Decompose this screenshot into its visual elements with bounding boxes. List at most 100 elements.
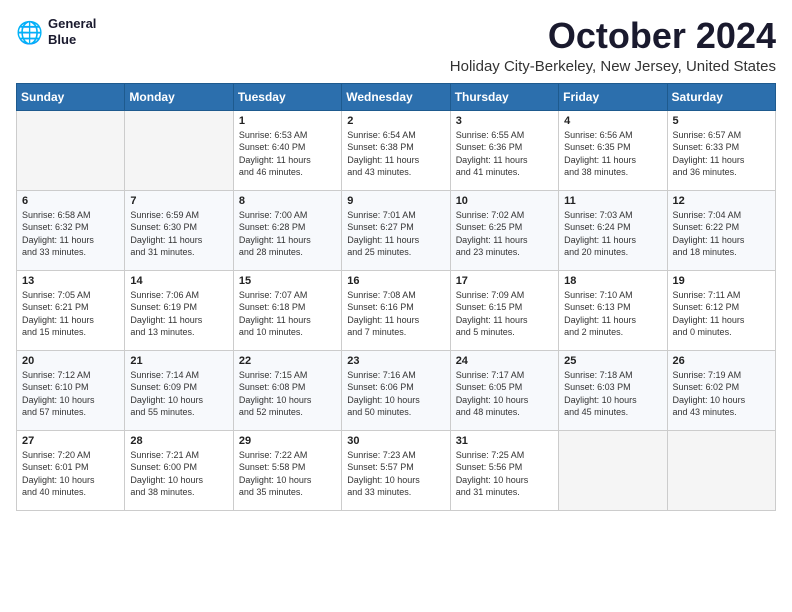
day-number: 27 [22,435,119,447]
day-number: 17 [456,275,553,287]
logo-text: General Blue [48,16,96,47]
calendar-day-cell: 26 Sunrise: 7:19 AM Sunset: 6:02 PM Dayli… [667,350,775,430]
calendar-day-cell: 21 Sunrise: 7:14 AM Sunset: 6:09 PM Dayli… [125,350,233,430]
calendar-day-cell: 16 Sunrise: 7:08 AM Sunset: 6:16 PM Dayli… [342,270,450,350]
day-number: 16 [347,275,444,287]
title-section: October 2024 Holiday City-Berkeley, New … [450,16,776,75]
day-number: 26 [673,355,770,367]
calendar-day-cell: 9Sunrise: 7:01 AM Sunset: 6:27 PM Daylig… [342,190,450,270]
day-info: Sunrise: 7:12 AM Sunset: 6:10 PM Dayligh… [22,369,119,419]
day-info: Sunrise: 7:02 AM Sunset: 6:25 PM Dayligh… [456,209,553,259]
calendar-day-cell [17,110,125,190]
calendar-day-cell: 28 Sunrise: 7:21 AM Sunset: 6:00 PM Dayli… [125,430,233,510]
day-info: Sunrise: 7:00 AM Sunset: 6:28 PM Dayligh… [239,209,336,259]
calendar-day-cell: 7 Sunrise: 6:59 AM Sunset: 6:30 PM Daylig… [125,190,233,270]
calendar-day-cell [125,110,233,190]
day-info: Sunrise: 6:59 AM Sunset: 6:30 PM Dayligh… [130,209,227,259]
calendar-day-cell: 24Sunrise: 7:17 AM Sunset: 6:05 PM Dayli… [450,350,558,430]
calendar-day-cell: 2Sunrise: 6:54 AM Sunset: 6:38 PM Daylig… [342,110,450,190]
day-number: 29 [239,435,336,447]
day-info: Sunrise: 7:15 AM Sunset: 6:08 PM Dayligh… [239,369,336,419]
day-info: Sunrise: 7:25 AM Sunset: 5:56 PM Dayligh… [456,449,553,499]
calendar-week-row: 27 Sunrise: 7:20 AM Sunset: 6:01 PM Dayli… [17,430,776,510]
logo: 🌐 General Blue [16,16,96,47]
day-info: Sunrise: 7:03 AM Sunset: 6:24 PM Dayligh… [564,209,661,259]
calendar-day-cell: 13Sunrise: 7:05 AM Sunset: 6:21 PM Dayli… [17,270,125,350]
day-number: 4 [564,115,661,127]
day-info: Sunrise: 6:57 AM Sunset: 6:33 PM Dayligh… [673,129,770,179]
calendar-day-cell: 5 Sunrise: 6:57 AM Sunset: 6:33 PM Daylig… [667,110,775,190]
day-number: 30 [347,435,444,447]
day-number: 5 [673,115,770,127]
calendar-day-cell: 1 Sunrise: 6:53 AM Sunset: 6:40 PM Daylig… [233,110,341,190]
day-number: 15 [239,275,336,287]
day-number: 19 [673,275,770,287]
day-number: 18 [564,275,661,287]
calendar-day-cell: 23 Sunrise: 7:16 AM Sunset: 6:06 PM Dayli… [342,350,450,430]
weekday-header: Sunday [17,83,125,110]
weekday-header: Saturday [667,83,775,110]
day-info: Sunrise: 7:18 AM Sunset: 6:03 PM Dayligh… [564,369,661,419]
day-info: Sunrise: 7:07 AM Sunset: 6:18 PM Dayligh… [239,289,336,339]
day-number: 23 [347,355,444,367]
calendar-week-row: 13Sunrise: 7:05 AM Sunset: 6:21 PM Dayli… [17,270,776,350]
day-number: 7 [130,195,227,207]
day-info: Sunrise: 7:23 AM Sunset: 5:57 PM Dayligh… [347,449,444,499]
location-title: Holiday City-Berkeley, New Jersey, Unite… [450,58,776,75]
calendar-day-cell: 12Sunrise: 7:04 AM Sunset: 6:22 PM Dayli… [667,190,775,270]
calendar-day-cell: 11 Sunrise: 7:03 AM Sunset: 6:24 PM Dayli… [559,190,667,270]
weekday-header: Wednesday [342,83,450,110]
day-info: Sunrise: 6:53 AM Sunset: 6:40 PM Dayligh… [239,129,336,179]
calendar-day-cell: 19 Sunrise: 7:11 AM Sunset: 6:12 PM Dayli… [667,270,775,350]
logo-icon: 🌐 [16,18,44,46]
day-number: 22 [239,355,336,367]
day-number: 21 [130,355,227,367]
calendar-day-cell: 18 Sunrise: 7:10 AM Sunset: 6:13 PM Dayli… [559,270,667,350]
weekday-header: Tuesday [233,83,341,110]
day-info: Sunrise: 7:20 AM Sunset: 6:01 PM Dayligh… [22,449,119,499]
calendar-day-cell: 29Sunrise: 7:22 AM Sunset: 5:58 PM Dayli… [233,430,341,510]
day-info: Sunrise: 7:16 AM Sunset: 6:06 PM Dayligh… [347,369,444,419]
day-number: 8 [239,195,336,207]
day-info: Sunrise: 7:11 AM Sunset: 6:12 PM Dayligh… [673,289,770,339]
month-title: October 2024 [450,16,776,56]
day-number: 31 [456,435,553,447]
day-info: Sunrise: 6:58 AM Sunset: 6:32 PM Dayligh… [22,209,119,259]
day-info: Sunrise: 7:08 AM Sunset: 6:16 PM Dayligh… [347,289,444,339]
calendar-day-cell [559,430,667,510]
day-info: Sunrise: 6:54 AM Sunset: 6:38 PM Dayligh… [347,129,444,179]
weekday-header: Thursday [450,83,558,110]
calendar-table: SundayMondayTuesdayWednesdayThursdayFrid… [16,83,776,511]
calendar-day-cell: 22 Sunrise: 7:15 AM Sunset: 6:08 PM Dayli… [233,350,341,430]
calendar-week-row: 6Sunrise: 6:58 AM Sunset: 6:32 PM Daylig… [17,190,776,270]
day-number: 10 [456,195,553,207]
day-info: Sunrise: 6:56 AM Sunset: 6:35 PM Dayligh… [564,129,661,179]
calendar-day-cell: 20Sunrise: 7:12 AM Sunset: 6:10 PM Dayli… [17,350,125,430]
page-header: 🌐 General Blue October 2024 Holiday City… [16,16,776,75]
weekday-header: Monday [125,83,233,110]
calendar-day-cell [667,430,775,510]
calendar-day-cell: 10 Sunrise: 7:02 AM Sunset: 6:25 PM Dayli… [450,190,558,270]
calendar-day-cell: 3Sunrise: 6:55 AM Sunset: 6:36 PM Daylig… [450,110,558,190]
calendar-day-cell: 27 Sunrise: 7:20 AM Sunset: 6:01 PM Dayli… [17,430,125,510]
weekday-header: Friday [559,83,667,110]
calendar-day-cell: 17Sunrise: 7:09 AM Sunset: 6:15 PM Dayli… [450,270,558,350]
day-number: 28 [130,435,227,447]
calendar-header-row: SundayMondayTuesdayWednesdayThursdayFrid… [17,83,776,110]
calendar-day-cell: 30 Sunrise: 7:23 AM Sunset: 5:57 PM Dayli… [342,430,450,510]
calendar-week-row: 1 Sunrise: 6:53 AM Sunset: 6:40 PM Daylig… [17,110,776,190]
calendar-day-cell: 4 Sunrise: 6:56 AM Sunset: 6:35 PM Daylig… [559,110,667,190]
day-info: Sunrise: 7:19 AM Sunset: 6:02 PM Dayligh… [673,369,770,419]
day-info: Sunrise: 7:10 AM Sunset: 6:13 PM Dayligh… [564,289,661,339]
day-info: Sunrise: 7:14 AM Sunset: 6:09 PM Dayligh… [130,369,227,419]
calendar-week-row: 20Sunrise: 7:12 AM Sunset: 6:10 PM Dayli… [17,350,776,430]
day-info: Sunrise: 7:21 AM Sunset: 6:00 PM Dayligh… [130,449,227,499]
day-number: 11 [564,195,661,207]
calendar-day-cell: 15 Sunrise: 7:07 AM Sunset: 6:18 PM Dayli… [233,270,341,350]
calendar-day-cell: 25Sunrise: 7:18 AM Sunset: 6:03 PM Dayli… [559,350,667,430]
calendar-day-cell: 14Sunrise: 7:06 AM Sunset: 6:19 PM Dayli… [125,270,233,350]
calendar-day-cell: 31 Sunrise: 7:25 AM Sunset: 5:56 PM Dayli… [450,430,558,510]
svg-text:🌐: 🌐 [16,19,43,44]
day-number: 1 [239,115,336,127]
day-info: Sunrise: 7:17 AM Sunset: 6:05 PM Dayligh… [456,369,553,419]
